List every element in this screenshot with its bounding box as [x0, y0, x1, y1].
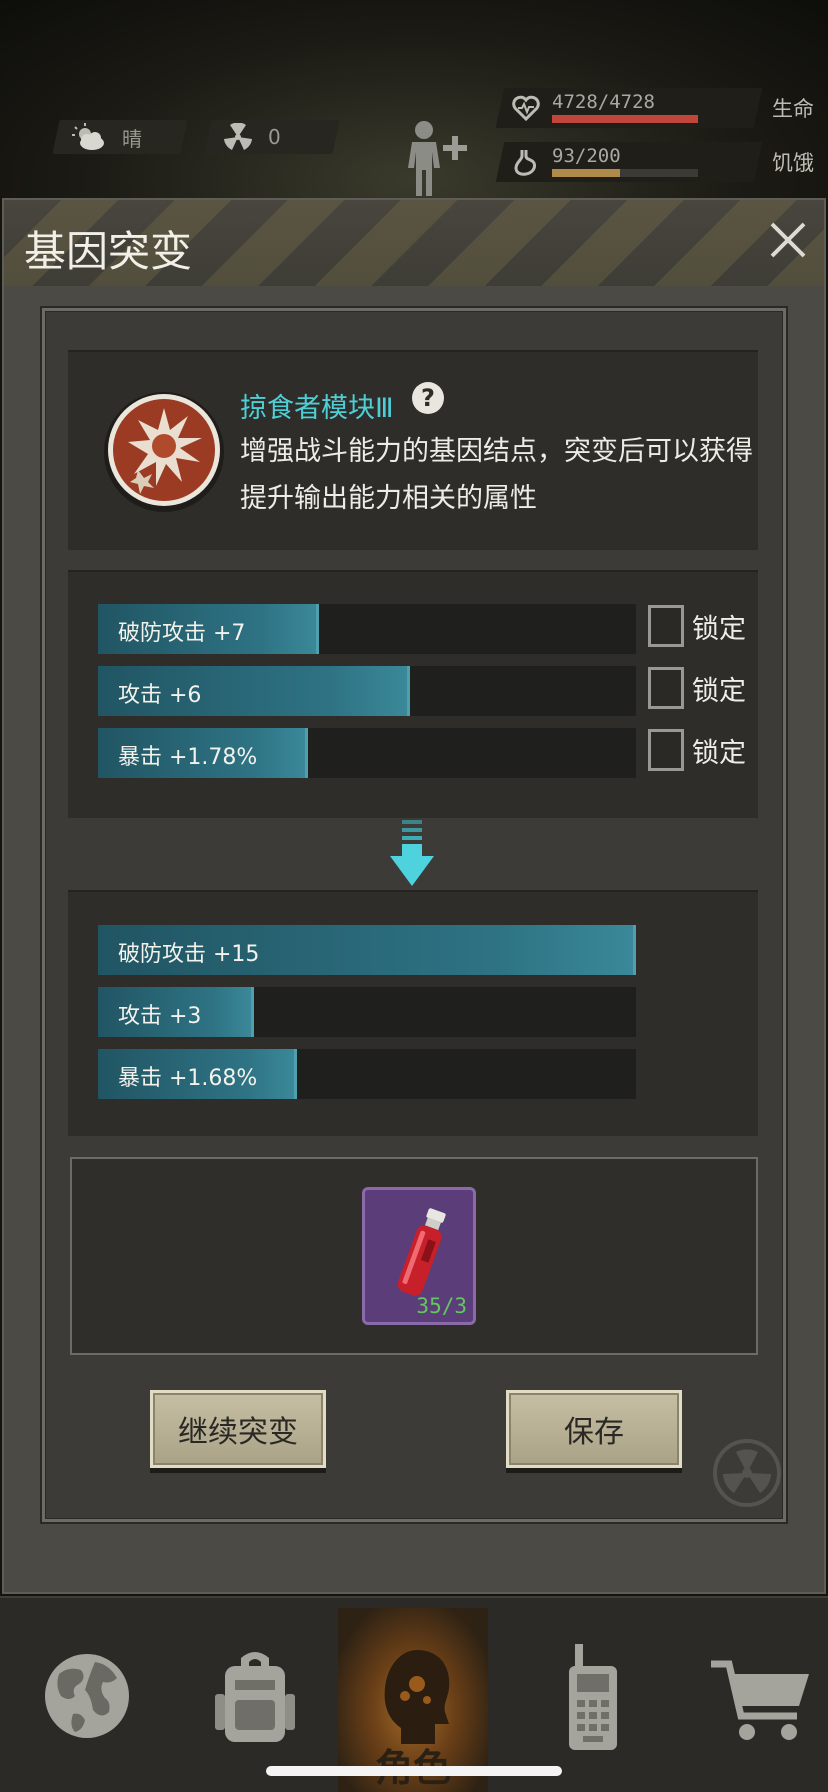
lock-label: 锁定: [692, 613, 746, 645]
mutation-item-card[interactable]: 35/3: [362, 1187, 476, 1325]
walkie-talkie-icon: [569, 1644, 617, 1750]
item-slot: 35/3: [70, 1157, 758, 1355]
lock-label: 锁定: [692, 737, 746, 769]
module-description: 增强战斗能力的基因结点，突变后可以获得提升输出能力相关的属性: [240, 436, 753, 514]
health-stat: 4728/4728 生命: [495, 88, 814, 128]
radiation-watermark-icon: [713, 1439, 781, 1507]
stat-label: 破防攻击 +15: [118, 942, 260, 967]
save-button[interactable]: 保存: [506, 1390, 682, 1468]
lock-checkbox-2[interactable]: 锁定: [648, 667, 746, 709]
continue-mutation-button[interactable]: 继续突变: [150, 1390, 326, 1468]
stomach-icon: [514, 150, 536, 176]
module-name: 掠食者模块Ⅲ: [240, 393, 394, 424]
nav-item-radio[interactable]: [514, 1608, 664, 1792]
cart-icon: [711, 1660, 809, 1740]
radiation-icon: [224, 123, 252, 150]
checkbox[interactable]: [648, 605, 684, 647]
character-add-icon[interactable]: [400, 118, 480, 196]
lock-checkbox-1[interactable]: 锁定: [648, 605, 746, 647]
cloud-sun-icon: [72, 123, 104, 150]
stat-label: 攻击 +3: [118, 1004, 202, 1029]
globe-icon: [45, 1654, 129, 1738]
red-vial-icon: [397, 1208, 446, 1296]
current-stat-bar: 攻击 +6: [98, 666, 636, 716]
hunger-stat: 93/200 饥饿: [495, 142, 814, 182]
stat-label: 破防攻击 +7: [118, 621, 246, 646]
health-label: 生命: [772, 97, 814, 121]
current-stat-bar: 暴击 +1.78%: [98, 728, 636, 778]
nav-item-character[interactable]: 角色: [338, 1608, 488, 1792]
health-value: 4728/4728: [552, 91, 655, 113]
nav-item-shop[interactable]: [678, 1608, 828, 1792]
current-stat-bar: 破防攻击 +7: [98, 604, 636, 654]
hunger-label: 饥饿: [772, 151, 814, 175]
arrow-down-icon: [390, 820, 434, 886]
stat-label: 攻击 +6: [118, 683, 202, 708]
help-icon[interactable]: ?: [412, 382, 444, 414]
checkbox[interactable]: [648, 729, 684, 771]
predator-module-badge-icon: [104, 392, 224, 512]
item-count: 35/3: [416, 1294, 467, 1318]
stat-label: 暴击 +1.78%: [118, 745, 258, 770]
checkbox[interactable]: [648, 667, 684, 709]
home-indicator: [266, 1766, 562, 1776]
panel-title: 基因突变: [24, 227, 193, 276]
close-icon[interactable]: [766, 218, 810, 262]
weather-label: 晴: [122, 126, 142, 151]
nav-label-character: 角色: [338, 1737, 488, 1792]
health-bar: [552, 115, 698, 123]
lock-checkbox-3[interactable]: 锁定: [648, 729, 746, 771]
weather-indicator: 晴: [52, 120, 188, 154]
new-stat-bar: 暴击 +1.68%: [98, 1049, 636, 1099]
backpack-icon: [215, 1652, 295, 1742]
new-stat-bar: 攻击 +3: [98, 987, 636, 1037]
nav-item-world[interactable]: [8, 1608, 158, 1792]
hunger-value: 93/200: [552, 145, 621, 167]
hunger-bar: [552, 169, 698, 177]
radiation-value: 0: [268, 125, 281, 149]
stat-label: 暴击 +1.68%: [118, 1066, 258, 1091]
lock-label: 锁定: [692, 675, 746, 707]
new-stat-bar: 破防攻击 +15: [98, 925, 636, 975]
panel-header: 基因突变: [4, 200, 824, 286]
bottom-nav: 角色: [0, 1596, 828, 1792]
nav-item-inventory[interactable]: [176, 1608, 326, 1792]
radiation-indicator: 0: [204, 120, 340, 154]
heart-icon: [512, 95, 540, 122]
